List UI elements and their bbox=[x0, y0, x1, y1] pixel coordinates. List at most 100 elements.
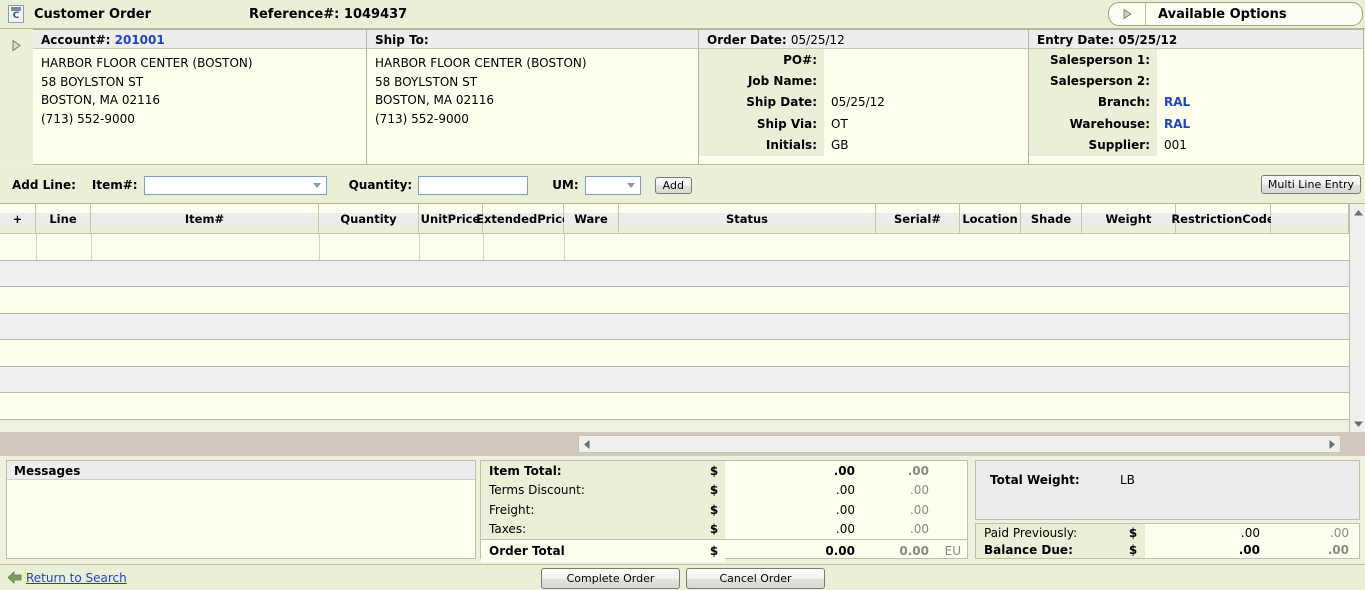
column-label-line: Status bbox=[726, 213, 768, 225]
address-line: BOSTON, MA 02116 bbox=[41, 91, 358, 110]
shipto-panel: Ship To: HARBOR FLOOR CENTER (BOSTON) 58… bbox=[367, 29, 699, 165]
grid-column-header[interactable]: Serial# bbox=[876, 204, 960, 233]
row-label: Balance Due: bbox=[976, 541, 1121, 558]
scroll-right-icon[interactable] bbox=[1325, 436, 1340, 452]
address-line: (713) 552-9000 bbox=[41, 110, 358, 129]
balance-due-row: Balance Due: $ .00 .00 bbox=[976, 541, 1359, 558]
back-arrow-icon bbox=[8, 571, 22, 584]
order-date-header: Order Date: 05/25/12 bbox=[699, 30, 1028, 49]
field-ship-date: Ship Date: 05/25/12 bbox=[699, 92, 1028, 113]
field-label: Supplier: bbox=[1029, 135, 1157, 156]
um-combo[interactable] bbox=[585, 176, 641, 195]
row-alt-amount: .00 bbox=[865, 464, 935, 478]
field-value[interactable]: OT bbox=[824, 113, 1028, 134]
field-value[interactable] bbox=[1157, 49, 1363, 70]
table-row[interactable] bbox=[0, 314, 1365, 341]
field-po-number: PO#: bbox=[699, 49, 1028, 70]
row-amount: .00 bbox=[725, 522, 865, 536]
panel-expander-toggle[interactable] bbox=[0, 29, 33, 165]
order-header-panels: Account#: 201001 HARBOR FLOOR CENTER (BO… bbox=[0, 29, 1365, 165]
title-bar: C Customer Order Reference#: 1049437 Ava… bbox=[0, 0, 1365, 29]
shipto-address: HARBOR FLOOR CENTER (BOSTON) 58 BOYLSTON… bbox=[367, 49, 698, 128]
entry-details-panel: Entry Date: 05/25/12 Salesperson 1: Sale… bbox=[1029, 29, 1364, 165]
column-label-line: Location bbox=[962, 213, 1017, 225]
account-number-link[interactable]: 201001 bbox=[115, 33, 165, 47]
grid-column-header[interactable]: Weight bbox=[1082, 204, 1176, 233]
chevron-down-icon[interactable] bbox=[310, 177, 324, 194]
address-line: 58 BOYLSTON ST bbox=[41, 73, 358, 92]
table-row[interactable] bbox=[0, 287, 1365, 314]
table-row[interactable] bbox=[0, 261, 1365, 288]
grid-column-header[interactable]: ExtendedPrice bbox=[483, 204, 564, 233]
row-currency-code: EU bbox=[935, 544, 967, 558]
scroll-up-icon[interactable] bbox=[1350, 204, 1365, 220]
row-label: Terms Discount: bbox=[481, 481, 703, 501]
row-amount: .00 bbox=[1145, 526, 1270, 540]
currency-symbol: $ bbox=[703, 540, 725, 562]
grid-column-header[interactable]: UnitPrice bbox=[419, 204, 483, 233]
complete-order-button[interactable]: Complete Order bbox=[541, 568, 680, 589]
cancel-order-button[interactable]: Cancel Order bbox=[686, 568, 825, 589]
multi-line-entry-button[interactable]: Multi Line Entry bbox=[1261, 175, 1361, 194]
grid-column-header[interactable]: Line bbox=[36, 204, 91, 233]
total-weight-panel: Total Weight: LB bbox=[975, 460, 1360, 520]
messages-body[interactable] bbox=[7, 480, 475, 488]
field-value[interactable]: 05/25/12 bbox=[824, 92, 1028, 113]
column-label-line: Quantity bbox=[340, 213, 396, 225]
grid-column-header[interactable]: RestrictionCode bbox=[1176, 204, 1271, 233]
add-button[interactable]: Add bbox=[655, 177, 692, 194]
row-amount: .00 bbox=[1145, 543, 1270, 557]
add-line-toolbar: Add Line: Item#: Quantity: UM: Add Multi… bbox=[0, 167, 1365, 204]
table-row[interactable] bbox=[0, 367, 1365, 394]
return-to-search-link[interactable]: Return to Search bbox=[8, 571, 127, 585]
quantity-input[interactable] bbox=[418, 176, 528, 195]
grid-column-header[interactable] bbox=[1271, 204, 1349, 233]
field-value[interactable] bbox=[824, 70, 1028, 91]
column-label-line: Line bbox=[49, 213, 76, 225]
order-lines-grid: + Line Item# Quantity UnitPriceExtendedPrice… bbox=[0, 204, 1365, 420]
column-label-line: Restriction bbox=[1171, 213, 1242, 225]
icon-letter: C bbox=[13, 12, 20, 21]
address-line: HARBOR FLOOR CENTER (BOSTON) bbox=[375, 54, 690, 73]
grid-column-header[interactable]: Shade bbox=[1021, 204, 1082, 233]
scroll-down-icon[interactable] bbox=[1350, 416, 1365, 432]
grid-column-header[interactable]: Ware bbox=[564, 204, 619, 233]
field-value[interactable] bbox=[1157, 70, 1363, 91]
available-options-button[interactable]: Available Options bbox=[1108, 2, 1363, 26]
grid-column-header[interactable]: Quantity bbox=[319, 204, 419, 233]
chevron-down-icon[interactable] bbox=[624, 177, 638, 194]
table-row[interactable] bbox=[0, 393, 1365, 420]
order-date-value: 05/25/12 bbox=[791, 33, 845, 47]
totals-panel: Item Total: $ .00 .00 Terms Discount: $ … bbox=[480, 460, 968, 559]
grid-vertical-scrollbar[interactable] bbox=[1349, 204, 1365, 432]
return-to-search-label[interactable]: Return to Search bbox=[26, 571, 127, 585]
grid-column-divider bbox=[319, 234, 320, 260]
customer-order-screen: C Customer Order Reference#: 1049437 Ava… bbox=[0, 0, 1365, 590]
item-number-combo[interactable] bbox=[144, 176, 327, 195]
field-value[interactable]: 001 bbox=[1157, 135, 1363, 156]
grid-column-header[interactable]: Location bbox=[960, 204, 1021, 233]
field-salesperson-2: Salesperson 2: bbox=[1029, 70, 1363, 91]
table-row[interactable] bbox=[0, 340, 1365, 367]
field-value[interactable] bbox=[824, 49, 1028, 70]
scroll-left-icon[interactable] bbox=[579, 436, 594, 452]
column-label-line: Extended bbox=[476, 213, 537, 225]
page-title: Customer Order bbox=[34, 7, 151, 22]
footer-buttons: Complete Order Cancel Order bbox=[541, 568, 825, 589]
currency-symbol: $ bbox=[703, 520, 725, 540]
customer-order-icon: C bbox=[8, 5, 24, 23]
field-value-link[interactable]: RAL bbox=[1157, 92, 1363, 113]
field-label: Branch: bbox=[1029, 92, 1157, 113]
field-label: PO#: bbox=[699, 49, 824, 70]
grid-horizontal-scrollbar[interactable] bbox=[578, 435, 1341, 453]
table-row[interactable] bbox=[0, 234, 1365, 261]
grid-column-header[interactable]: + bbox=[0, 204, 36, 233]
field-value[interactable]: GB bbox=[824, 135, 1028, 156]
grid-column-header[interactable]: Item# bbox=[91, 204, 319, 233]
row-alt-amount: .00 bbox=[865, 522, 935, 536]
grid-column-header[interactable]: Status bbox=[619, 204, 876, 233]
footer-bar: Return to Search Complete Order Cancel O… bbox=[0, 564, 1365, 590]
field-label: Ship Date: bbox=[699, 92, 824, 113]
play-triangle-icon[interactable] bbox=[1109, 3, 1146, 25]
field-value-link[interactable]: RAL bbox=[1157, 113, 1363, 134]
